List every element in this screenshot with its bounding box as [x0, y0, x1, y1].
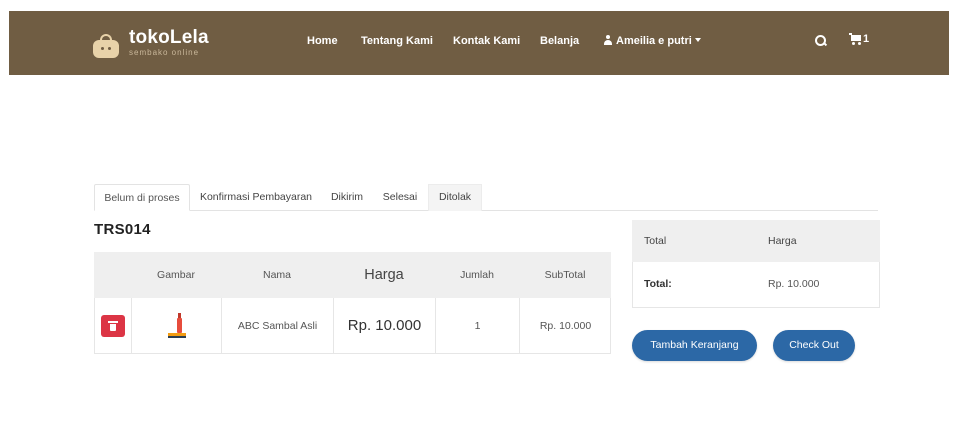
user-name: Ameilia e putri: [616, 35, 692, 47]
nav-home[interactable]: Home: [307, 35, 338, 47]
caret-down-icon: [694, 38, 701, 42]
tab-konfirmasi-pembayaran[interactable]: Konfirmasi Pembayaran: [194, 184, 318, 211]
delete-button[interactable]: [101, 314, 125, 337]
header-nama: Nama: [262, 269, 291, 281]
header-jumlah: Jumlah: [460, 269, 494, 281]
tab-ditolak[interactable]: Ditolak: [428, 184, 482, 211]
user-dropdown[interactable]: Ameilia e putri: [603, 35, 701, 47]
nav-belanja[interactable]: Belanja: [540, 35, 579, 47]
cell-nama: ABC Sambal Asli: [222, 298, 334, 353]
summary-total-label: Total:: [644, 278, 672, 290]
user-icon: [603, 35, 613, 45]
summary-header-total: Total: [644, 235, 667, 247]
product-bottle-image: [167, 312, 187, 339]
tab-selesai[interactable]: Selesai: [376, 184, 424, 211]
add-to-cart-button[interactable]: Tambah Keranjang: [632, 330, 757, 361]
summary-header: Total Harga: [632, 220, 880, 262]
cell-subtotal: Rp. 10.000: [539, 319, 592, 332]
cart-count: 1: [863, 33, 870, 45]
transaction-id: TRS014: [94, 221, 151, 238]
summary-header-harga: Harga: [768, 235, 797, 247]
summary-row: Total: Rp. 10.000: [632, 262, 880, 308]
cell-gambar: [132, 298, 222, 353]
tab-belum-di-proses[interactable]: Belum di proses: [94, 184, 190, 211]
order-status-tabs: Belum di proses Konfirmasi Pembayaran Di…: [94, 184, 878, 211]
header-harga: Harga: [364, 267, 404, 283]
header-action: [94, 252, 131, 298]
nav-tentang-kami[interactable]: Tentang Kami: [361, 35, 433, 47]
cart-icon: [849, 33, 861, 45]
main-nav: Home Tentang Kami Kontak Kami Belanja Am…: [9, 35, 949, 51]
header-subtotal: SubTotal: [544, 269, 586, 281]
table-row: ABC Sambal Asli Rp. 10.000 1 Rp. 10.000: [94, 298, 611, 354]
cart-button[interactable]: 1: [849, 33, 869, 45]
cell-jumlah: 1: [436, 298, 520, 353]
summary-total-value: Rp. 10.000: [768, 278, 820, 290]
nav-kontak-kami[interactable]: Kontak Kami: [453, 35, 520, 47]
table-header: Gambar Nama Harga Jumlah SubTotal: [94, 252, 611, 298]
header-gambar: Gambar: [157, 269, 195, 281]
navbar: tokoLela sembako online Home Tentang Kam…: [9, 11, 949, 75]
search-icon[interactable]: [815, 35, 827, 47]
trash-icon: [108, 320, 118, 331]
checkout-button[interactable]: Check Out: [773, 330, 855, 361]
tab-dikirim[interactable]: Dikirim: [322, 184, 372, 211]
cell-harga: Rp. 10.000: [334, 298, 436, 353]
cell-action: [95, 298, 132, 353]
